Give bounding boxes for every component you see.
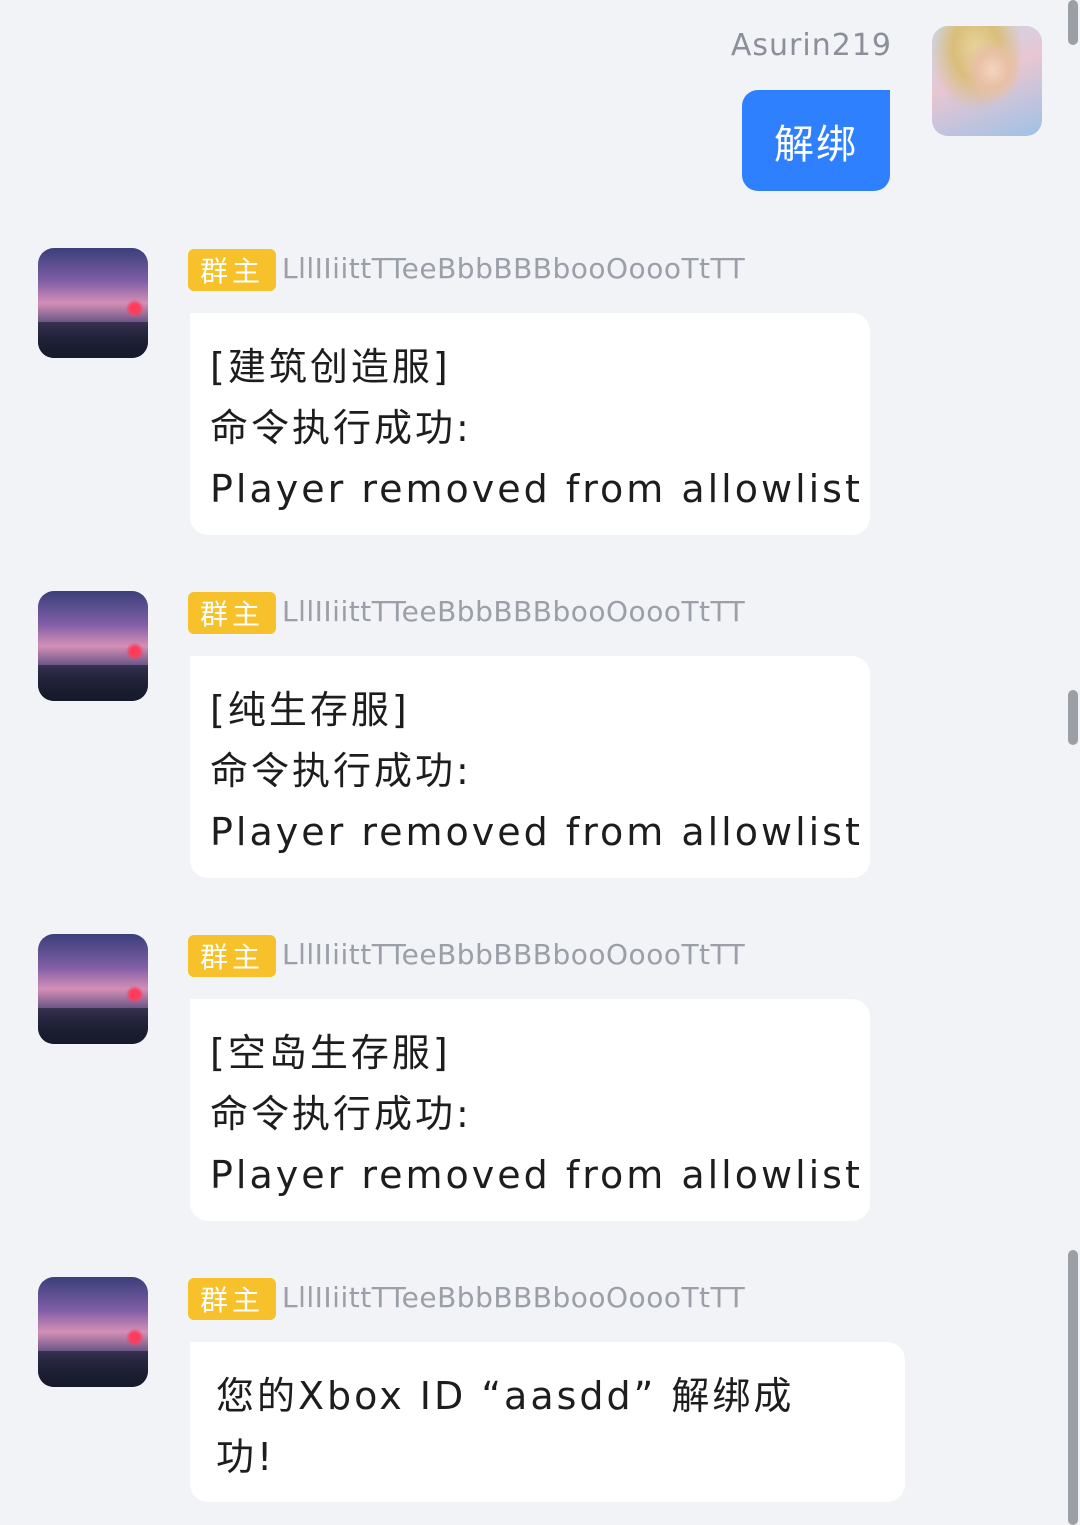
message-line: [建筑创造服] bbox=[210, 345, 451, 389]
owner-badge: 群主 bbox=[188, 249, 276, 291]
bot-name: LllIIiittTTeeBbbBBBbooOoooTtTT bbox=[282, 938, 746, 971]
sender-name: Asurin219 bbox=[730, 28, 892, 63]
my-avatar[interactable] bbox=[932, 26, 1042, 136]
owner-badge: 群主 bbox=[188, 935, 276, 977]
scrollbar-thumb[interactable] bbox=[1068, 1250, 1078, 1525]
scrollbar-thumb[interactable] bbox=[1068, 690, 1078, 745]
message-bubble[interactable]: 您的Xbox ID “aasdd” 解绑成 功! bbox=[190, 1342, 905, 1502]
message-line: Player removed from allowlist bbox=[210, 467, 863, 511]
bot-avatar[interactable] bbox=[38, 248, 148, 358]
bot-name: LllIIiittTTeeBbbBBBbooOoooTtTT bbox=[282, 1281, 746, 1314]
message-line: Player removed from allowlist bbox=[210, 1153, 863, 1197]
bot-avatar[interactable] bbox=[38, 934, 148, 1044]
message-line: 您的Xbox ID “aasdd” 解绑成 bbox=[216, 1374, 795, 1418]
bot-name: LllIIiittTTeeBbbBBBbooOoooTtTT bbox=[282, 595, 746, 628]
bot-avatar[interactable] bbox=[38, 591, 148, 701]
message-line: 功! bbox=[216, 1435, 276, 1479]
message-line: 命令执行成功: bbox=[210, 1092, 472, 1136]
message-bubble[interactable]: [空岛生存服] 命令执行成功: Player removed from allo… bbox=[190, 999, 870, 1221]
message-bubble[interactable]: [建筑创造服] 命令执行成功: Player removed from allo… bbox=[190, 313, 870, 535]
owner-badge: 群主 bbox=[188, 592, 276, 634]
message-line: Player removed from allowlist bbox=[210, 810, 863, 854]
owner-badge: 群主 bbox=[188, 1278, 276, 1320]
message-line: [空岛生存服] bbox=[210, 1031, 451, 1075]
sent-message-bubble[interactable]: 解绑 bbox=[742, 90, 890, 191]
bot-avatar[interactable] bbox=[38, 1277, 148, 1387]
message-line: 命令执行成功: bbox=[210, 406, 472, 450]
bot-name: LllIIiittTTeeBbbBBBbooOoooTtTT bbox=[282, 252, 746, 285]
message-bubble[interactable]: [纯生存服] 命令执行成功: Player removed from allow… bbox=[190, 656, 870, 878]
message-line: [纯生存服] bbox=[210, 688, 410, 732]
message-line: 命令执行成功: bbox=[210, 749, 472, 793]
scrollbar-thumb[interactable] bbox=[1068, 0, 1078, 45]
